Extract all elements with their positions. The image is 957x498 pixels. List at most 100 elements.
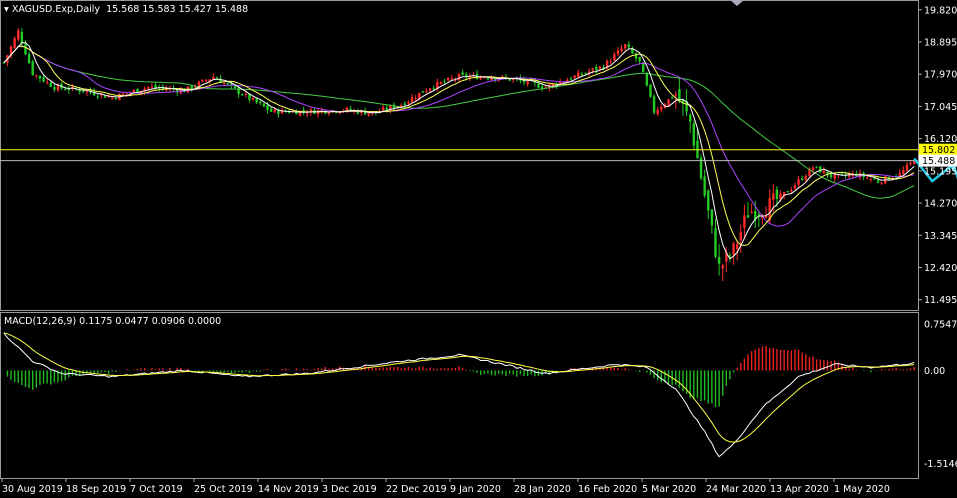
candle-body (580, 73, 584, 75)
candle-body (212, 76, 215, 80)
candle-body (703, 176, 706, 196)
candle-body (692, 123, 696, 146)
candle-body (20, 31, 24, 44)
candle-body (306, 113, 309, 115)
time-tick-label: 1 May 2020 (834, 484, 890, 495)
candle-body (772, 193, 775, 200)
candle-body (652, 96, 656, 113)
candle-body (869, 178, 873, 180)
time-tick-label: 7 Oct 2019 (130, 484, 183, 495)
candle-body (797, 179, 800, 185)
candle-body (822, 170, 826, 174)
price-tick-label: 11.495 (924, 295, 957, 306)
macd-header: MACD(12,26,9) 0.1175 0.0477 0.0906 0.000… (4, 316, 221, 327)
candle-body (204, 80, 208, 82)
trading-chart[interactable]: 19.820 18.895 17.970 17.045 16.120 15.195 14.2… (0, 0, 957, 498)
candle-body (873, 178, 876, 180)
candle-body (407, 101, 410, 104)
candle-body (222, 82, 226, 84)
time-tick-label: 30 Aug 2019 (2, 484, 63, 495)
price-tick-label: 16.120 (924, 134, 957, 145)
candle-body (64, 89, 67, 91)
candle-body (735, 244, 739, 250)
candle-body (125, 93, 128, 95)
candle-body (27, 54, 31, 64)
symbol-label: XAGUSD.Exp,Daily (11, 4, 101, 15)
symbol-header: ▾ XAGUSD.Exp,Daily 15.568 15.583 15.427 … (4, 4, 248, 15)
price-tick-label: 18.895 (924, 37, 957, 48)
candle-body (786, 191, 789, 193)
candle-body (486, 78, 490, 80)
candle-body (569, 78, 573, 80)
time-tick-label: 22 Dec 2019 (386, 484, 447, 495)
candle-body (811, 167, 815, 171)
candle-body (269, 108, 273, 112)
candle-body (746, 215, 750, 218)
candle-body (627, 44, 630, 48)
candle-body (381, 107, 385, 111)
candle-body (42, 77, 45, 82)
candle-body (819, 166, 822, 173)
macd-tick-label: 0.7547 (924, 320, 957, 331)
candle-body (96, 96, 99, 98)
candle-body (645, 73, 649, 86)
macd-histogram-group (6, 345, 915, 407)
time-tick-label: 3 Dec 2019 (322, 484, 377, 495)
candle-body (345, 107, 349, 111)
candle-body (638, 56, 641, 62)
candle-body (450, 78, 453, 80)
current-price-tag: 15.488 (922, 156, 955, 167)
candle-body (775, 189, 779, 199)
candle-body (674, 94, 677, 96)
candle-body (660, 107, 663, 110)
main-panel-border (0, 0, 919, 311)
candle-body (31, 61, 34, 75)
candle-body (53, 87, 56, 90)
candle-body (880, 182, 883, 184)
candle-body (226, 82, 229, 85)
candle-body (190, 85, 193, 89)
candle-body (266, 105, 269, 110)
candle-body (743, 215, 746, 228)
price-tick-label: 14.270 (924, 199, 957, 210)
candle-body (45, 81, 49, 83)
candle-body (35, 75, 38, 77)
price-tick-label: 13.345 (924, 231, 957, 242)
candle-body (905, 164, 909, 171)
candle-body (132, 90, 136, 93)
price-tick-label: 12.420 (924, 263, 957, 274)
candle-body (909, 162, 912, 165)
candle-body (414, 97, 417, 99)
candle-body (443, 81, 446, 83)
candle-body (710, 209, 714, 226)
time-tick-label: 14 Nov 2019 (258, 484, 319, 495)
candle-body (876, 180, 880, 183)
candle-body (428, 88, 432, 91)
candle-body (410, 97, 414, 102)
time-tick-label: 5 Mar 2020 (642, 484, 696, 495)
candle-body (623, 44, 627, 49)
candle-body (201, 79, 204, 82)
price-tick-label: 15.195 (924, 166, 957, 177)
candle-body (259, 101, 262, 104)
time-tick-label: 28 Jan 2020 (514, 484, 571, 495)
price-tick-label: 17.970 (924, 70, 957, 81)
candle-body (732, 243, 735, 255)
candle-body (815, 166, 818, 168)
ma-long-line (3, 45, 915, 199)
time-tick-label: 18 Sep 2019 (66, 484, 126, 495)
candle-body (432, 88, 435, 90)
candle-body (595, 67, 598, 71)
candle-body (385, 107, 388, 110)
dropdown-triangle-icon[interactable]: ▾ (4, 4, 9, 15)
candle-body (793, 185, 797, 189)
macd-label: MACD(12,26,9) 0.1175 0.0477 0.0906 0.000… (4, 316, 222, 327)
candle-body (790, 189, 793, 192)
candle-body (584, 73, 587, 75)
price-tick-label: 17.045 (924, 102, 957, 113)
candle-body (241, 94, 244, 96)
time-tick-label: 24 Mar 2020 (706, 484, 766, 495)
level-price-tag: 15.802 (922, 145, 955, 156)
candle-body (591, 68, 594, 71)
candle-body (439, 82, 443, 84)
